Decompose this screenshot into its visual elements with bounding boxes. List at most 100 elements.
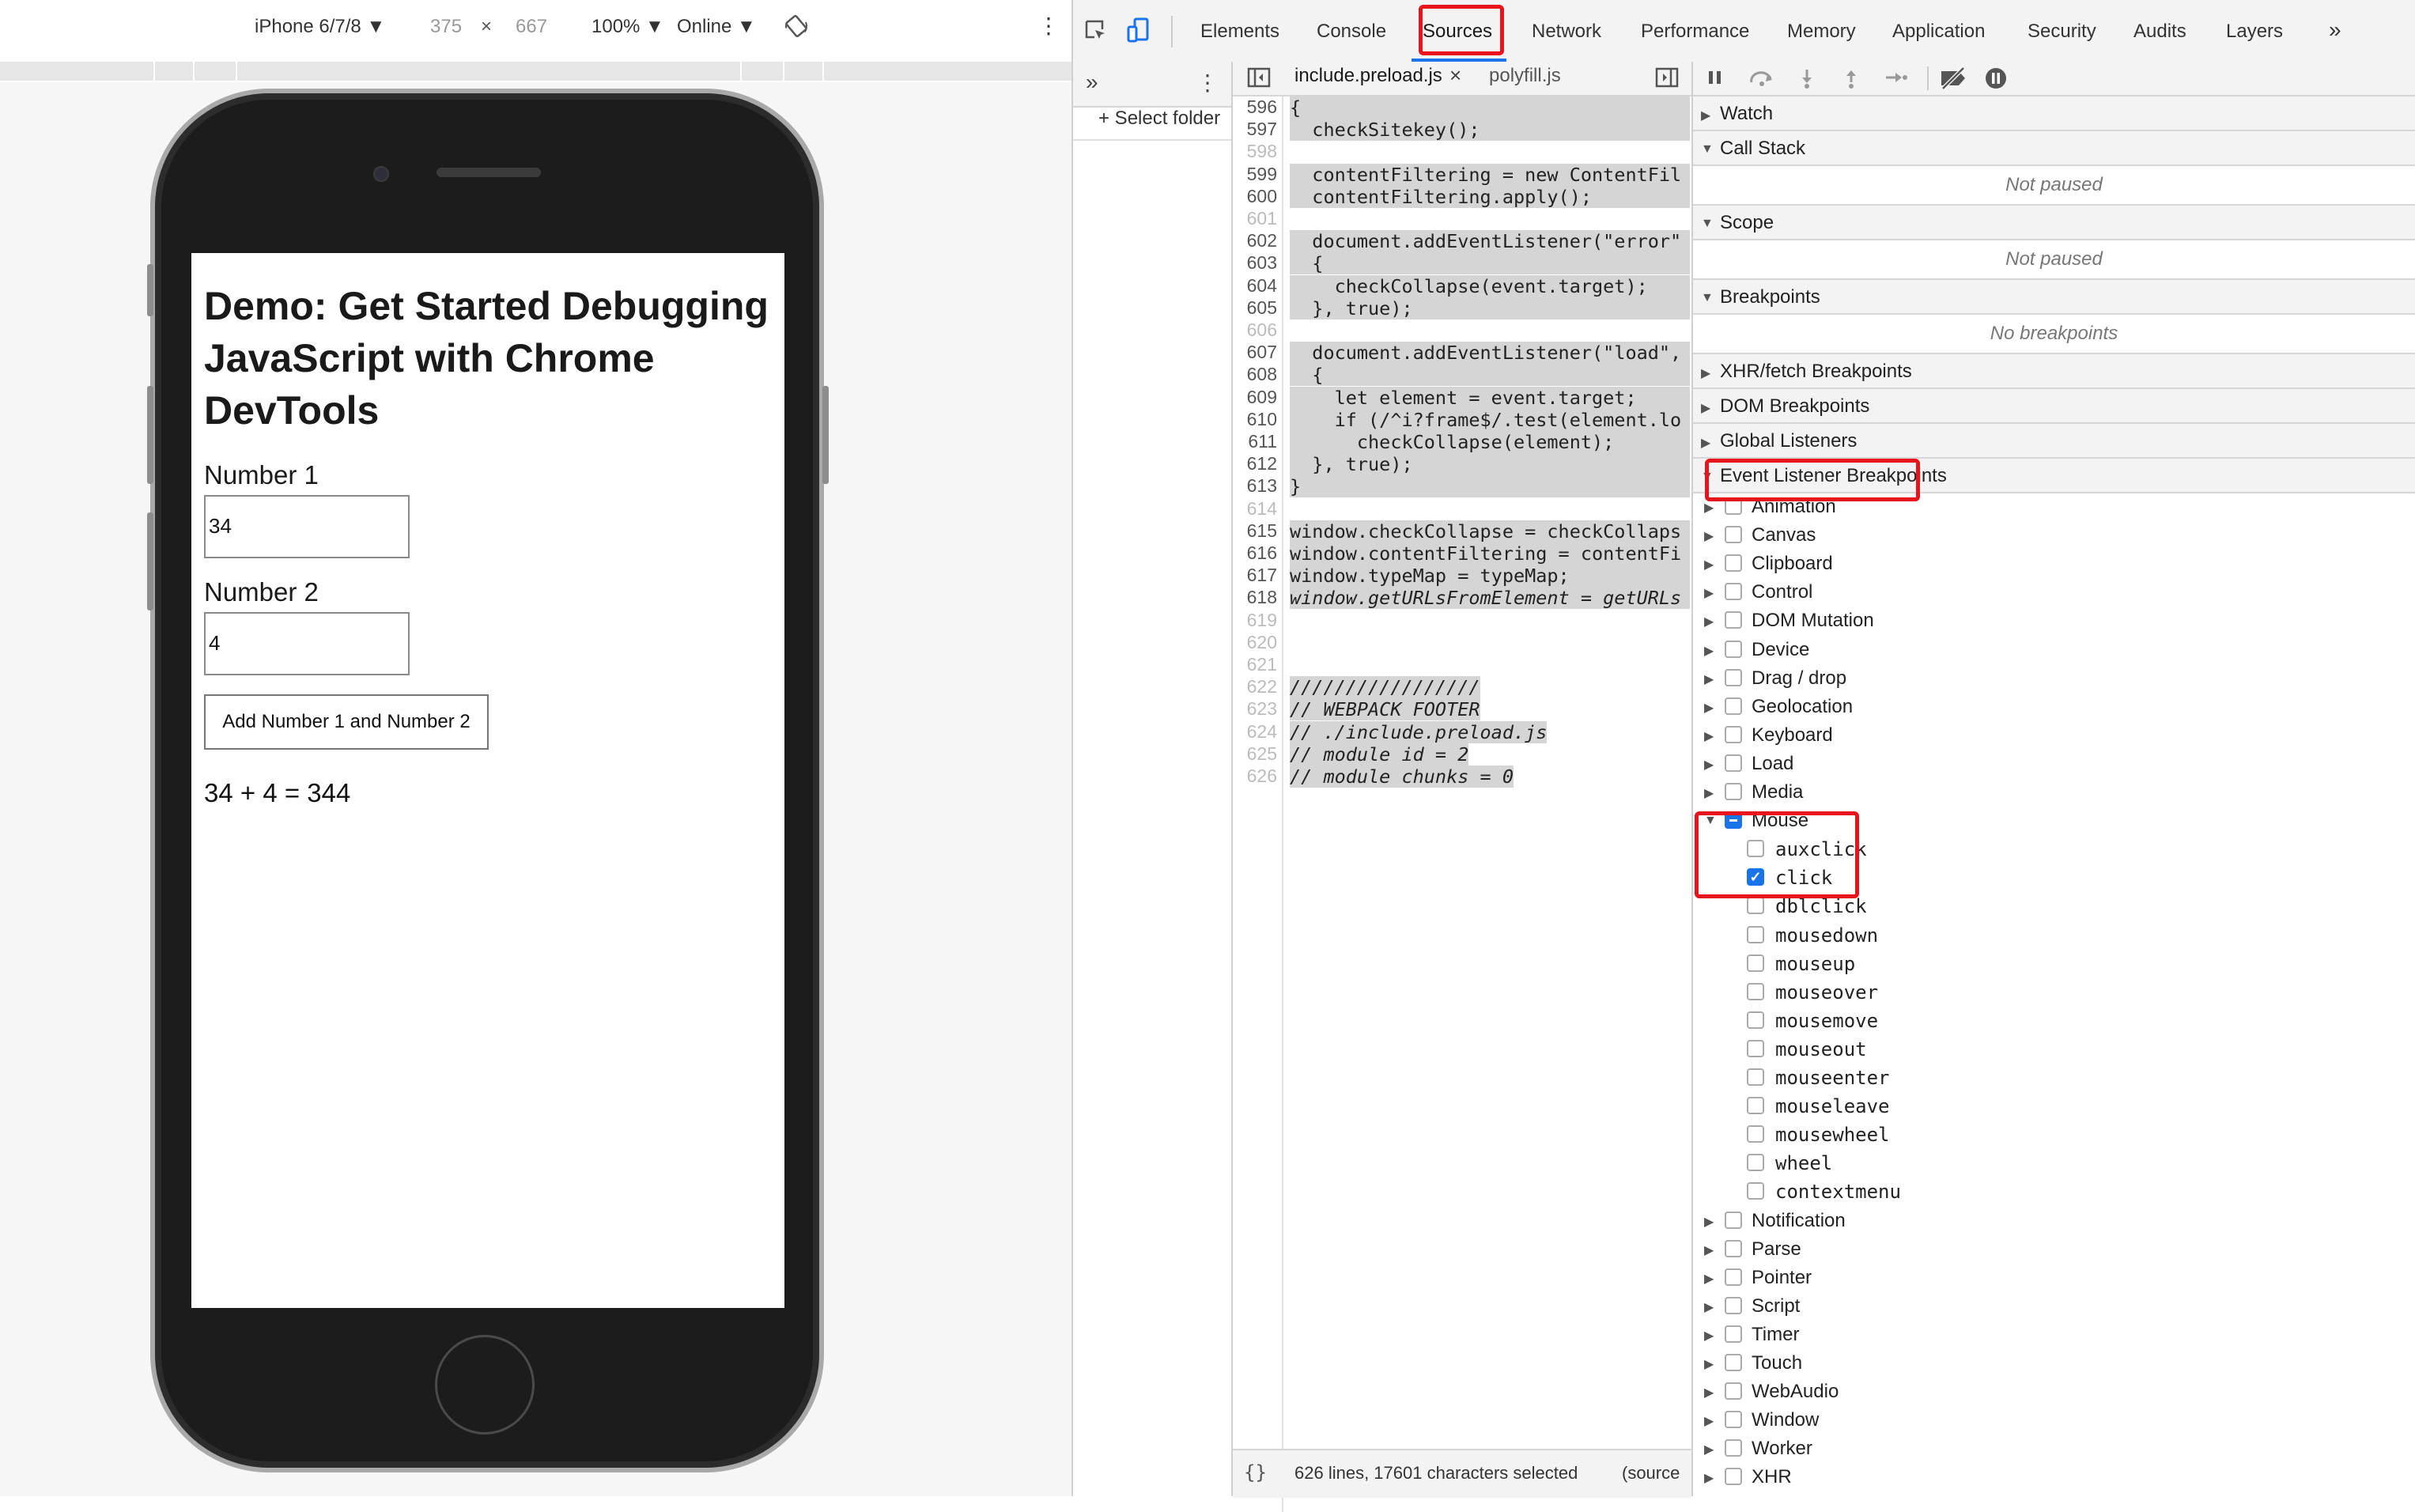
category-checkbox[interactable] xyxy=(1725,668,1742,686)
category-checkbox[interactable] xyxy=(1725,1439,1742,1457)
rotate-icon[interactable] xyxy=(784,14,808,43)
event-category-row[interactable]: ▶ Device xyxy=(1693,637,2415,665)
category-checkbox[interactable] xyxy=(1725,1468,1742,1486)
mouse-event-row[interactable]: mousemove xyxy=(1693,1007,2415,1036)
more-tabs-icon[interactable]: » xyxy=(2329,17,2341,43)
event-category-row[interactable]: ▶ Timer xyxy=(1693,1321,2415,1350)
number1-input[interactable]: 34 xyxy=(204,495,410,558)
event-checkbox[interactable] xyxy=(1747,1154,1764,1172)
collapsed-arrow-icon[interactable]: ▶ xyxy=(1704,1242,1714,1258)
category-checkbox[interactable] xyxy=(1725,583,1742,601)
navigator-menu-icon[interactable]: ⋮ xyxy=(1196,70,1219,96)
event-category-row[interactable]: ▼ Mouse xyxy=(1693,807,2415,836)
event-checkbox[interactable] xyxy=(1747,954,1764,972)
event-category-row[interactable]: ▶ Window xyxy=(1693,1407,2415,1435)
collapsed-arrow-icon[interactable]: ▶ xyxy=(1704,614,1714,629)
pause-on-exceptions-icon[interactable] xyxy=(1984,66,2008,94)
event-category-row[interactable]: ▶ Control xyxy=(1693,579,2415,607)
media-query-bar[interactable] xyxy=(0,62,1073,81)
add-numbers-button[interactable]: Add Number 1 and Number 2 xyxy=(204,694,489,750)
tab-layers[interactable]: Layers xyxy=(2226,21,2283,43)
tab-elements[interactable]: Elements xyxy=(1200,21,1279,43)
event-category-row[interactable]: ▶ Parse xyxy=(1693,1236,2415,1264)
event-category-row[interactable]: ▶ Script xyxy=(1693,1293,2415,1321)
collapsed-arrow-icon[interactable]: ▶ xyxy=(1704,1271,1714,1287)
collapsed-arrow-icon[interactable]: ▶ xyxy=(1704,1299,1714,1315)
event-category-row[interactable]: ▶ Keyboard xyxy=(1693,722,2415,750)
category-checkbox[interactable] xyxy=(1725,725,1742,743)
device-height-field[interactable]: 667 xyxy=(516,16,547,38)
pretty-print-icon[interactable]: {} xyxy=(1244,1461,1267,1484)
expanded-arrow-icon[interactable]: ▼ xyxy=(1704,814,1717,828)
event-category-row[interactable]: ▶ Worker xyxy=(1693,1435,2415,1464)
category-checkbox[interactable] xyxy=(1725,1211,1742,1229)
mouse-event-row[interactable]: dblclick xyxy=(1693,893,2415,921)
editor-tab-polyfill[interactable]: polyfill.js xyxy=(1489,65,1561,87)
deactivate-breakpoints-icon[interactable] xyxy=(1938,66,1970,94)
device-width-field[interactable]: 375 xyxy=(430,16,462,38)
category-checkbox[interactable] xyxy=(1725,1382,1742,1400)
tab-audits[interactable]: Audits xyxy=(2133,21,2186,43)
mouse-event-row[interactable]: mouseenter xyxy=(1693,1064,2415,1093)
mouse-event-row[interactable]: mousedown xyxy=(1693,922,2415,951)
event-checkbox[interactable] xyxy=(1747,925,1764,943)
tab-security[interactable]: Security xyxy=(2028,21,2096,43)
event-checkbox[interactable] xyxy=(1747,982,1764,1000)
category-checkbox[interactable] xyxy=(1725,754,1742,772)
event-checkbox[interactable] xyxy=(1747,1097,1764,1115)
dom-breakpoints-section-header[interactable]: ▶ DOM Breakpoints xyxy=(1693,389,2415,424)
mouse-event-row[interactable]: contextmenu xyxy=(1693,1178,2415,1207)
global-listeners-section-header[interactable]: ▶ Global Listeners xyxy=(1693,424,2415,459)
tab-performance[interactable]: Performance xyxy=(1641,21,1749,43)
collapsed-arrow-icon[interactable]: ▶ xyxy=(1704,785,1714,801)
category-checkbox[interactable] xyxy=(1725,1325,1742,1343)
call-stack-section-header[interactable]: ▼ Call Stack xyxy=(1693,131,2415,166)
xhr-breakpoints-section-header[interactable]: ▶ XHR/fetch Breakpoints xyxy=(1693,354,2415,389)
event-category-row[interactable]: ▶ Geolocation xyxy=(1693,694,2415,722)
event-category-row[interactable]: ▶ Pointer xyxy=(1693,1264,2415,1293)
category-checkbox[interactable] xyxy=(1725,1268,1742,1286)
mouse-event-row[interactable]: mouseover xyxy=(1693,979,2415,1007)
event-category-row[interactable]: ▶ Drag / drop xyxy=(1693,665,2415,694)
tab-console[interactable]: Console xyxy=(1317,21,1386,43)
step-icon[interactable] xyxy=(1884,68,1908,91)
event-category-row[interactable]: ▶ Load xyxy=(1693,750,2415,779)
navigator-more-icon[interactable]: » xyxy=(1086,70,1098,95)
collapsed-arrow-icon[interactable]: ▶ xyxy=(1704,1442,1714,1457)
device-toolbar-menu-icon[interactable]: ⋮ xyxy=(1037,13,1060,39)
watch-section-header[interactable]: ▶ Watch xyxy=(1693,96,2415,131)
event-listener-breakpoints-section-header[interactable]: ▼ Event Listener Breakpoints xyxy=(1693,459,2415,493)
mouse-event-row[interactable]: mouseleave xyxy=(1693,1093,2415,1121)
mouse-event-row[interactable]: mouseup xyxy=(1693,951,2415,979)
collapsed-arrow-icon[interactable]: ▶ xyxy=(1704,1385,1714,1400)
number2-input[interactable]: 4 xyxy=(204,612,410,675)
toggle-debugger-icon[interactable] xyxy=(1655,66,1679,93)
category-checkbox[interactable] xyxy=(1725,640,1742,658)
collapsed-arrow-icon[interactable]: ▶ xyxy=(1704,1356,1714,1372)
event-checkbox[interactable] xyxy=(1747,1068,1764,1086)
zoom-select[interactable]: 100% ▼ xyxy=(591,16,664,38)
device-toggle-icon[interactable] xyxy=(1127,17,1151,48)
tab-application[interactable]: Application xyxy=(1892,21,1985,43)
event-category-row[interactable]: ▶ WebAudio xyxy=(1693,1378,2415,1407)
checked-checkbox[interactable]: ✓ xyxy=(1747,868,1764,886)
event-checkbox[interactable] xyxy=(1747,897,1764,915)
event-category-row[interactable]: ▶ XHR xyxy=(1693,1464,2415,1492)
collapsed-arrow-icon[interactable]: ▶ xyxy=(1704,728,1714,744)
step-over-icon[interactable] xyxy=(1748,68,1775,91)
collapsed-arrow-icon[interactable]: ▶ xyxy=(1704,1328,1714,1344)
category-checkbox[interactable] xyxy=(1725,1411,1742,1429)
device-select[interactable]: iPhone 6/7/8 ▼ xyxy=(255,16,385,38)
collapsed-arrow-icon[interactable]: ▶ xyxy=(1704,643,1714,659)
event-category-row[interactable]: ▶ Clipboard xyxy=(1693,550,2415,579)
event-category-row[interactable]: ▶ DOM Mutation xyxy=(1693,607,2415,636)
event-checkbox[interactable] xyxy=(1747,1011,1764,1029)
category-checkbox[interactable] xyxy=(1725,1354,1742,1371)
step-out-icon[interactable] xyxy=(1842,68,1861,93)
inspect-element-icon[interactable] xyxy=(1084,19,1108,48)
event-category-row[interactable]: ▶ Touch xyxy=(1693,1350,2415,1378)
collapsed-arrow-icon[interactable]: ▶ xyxy=(1704,757,1714,773)
mouse-event-row[interactable]: mousewheel xyxy=(1693,1121,2415,1150)
mouse-event-row[interactable]: auxclick xyxy=(1693,836,2415,864)
collapsed-arrow-icon[interactable]: ▶ xyxy=(1704,671,1714,687)
